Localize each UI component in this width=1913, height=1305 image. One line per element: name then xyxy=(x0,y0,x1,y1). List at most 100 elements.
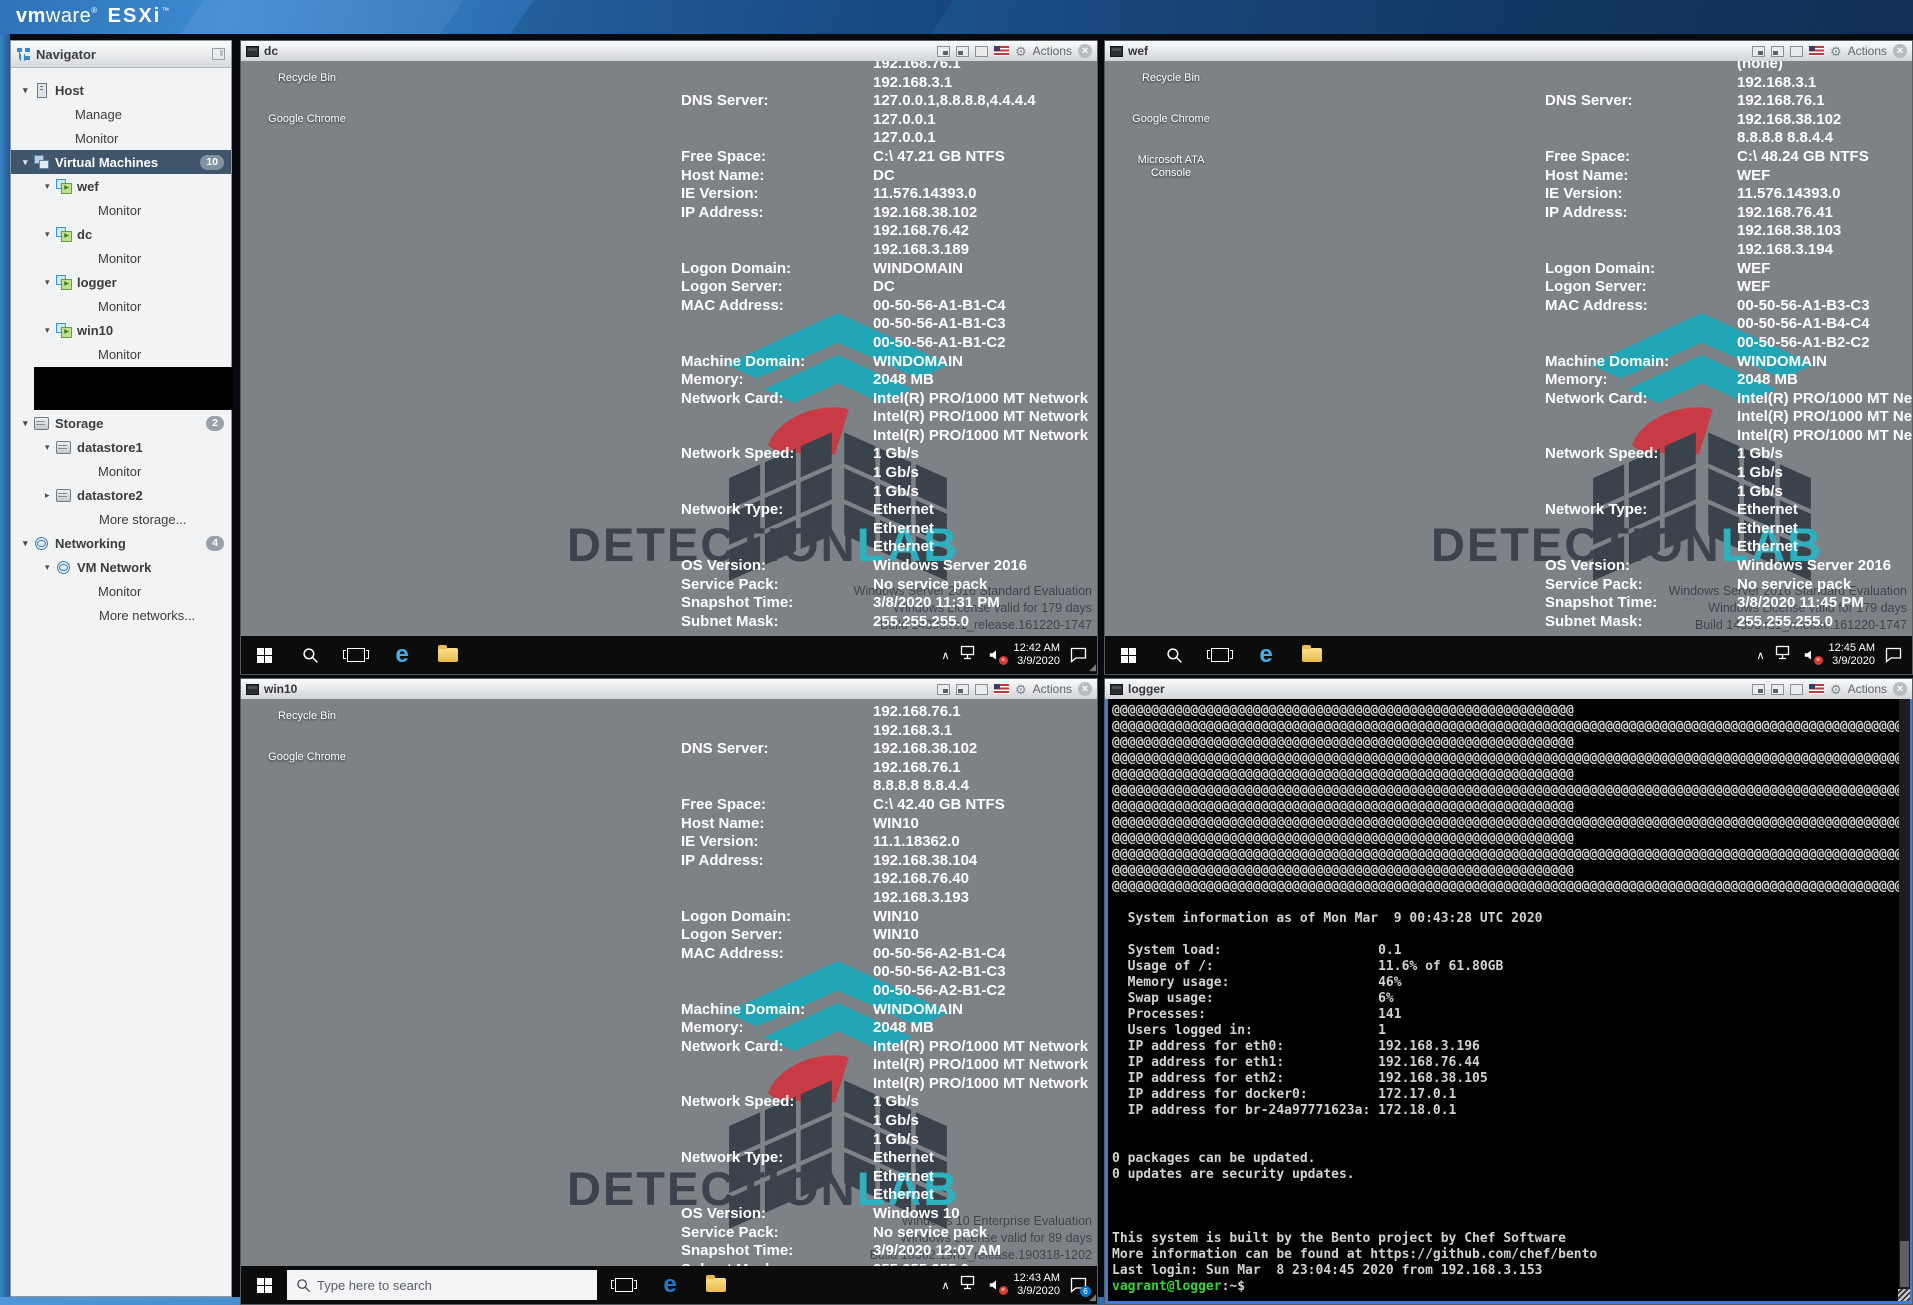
navigator-tree-item[interactable]: ▾ VM Network xyxy=(11,555,231,579)
tree-expander-arrow[interactable]: ▾ xyxy=(45,562,56,573)
tree-expander-arrow[interactable]: ▾ xyxy=(45,229,56,240)
navigator-tree-item[interactable]: Monitor xyxy=(11,342,231,366)
tree-expander-arrow[interactable]: ▾ xyxy=(45,442,56,453)
tree-expander-arrow[interactable]: ▾ xyxy=(45,181,56,192)
tree-expander-arrow[interactable]: ▾ xyxy=(45,277,56,288)
vm-window-titlebar[interactable]: wef ⚙ Actions × xyxy=(1105,41,1912,62)
file-explorer-button[interactable] xyxy=(425,636,471,674)
tree-expander-arrow[interactable]: ▾ xyxy=(23,418,34,429)
panel-pin-icon[interactable] xyxy=(212,48,225,60)
window-size-medium-icon[interactable] xyxy=(956,684,969,695)
actions-button[interactable]: Actions xyxy=(1033,44,1072,58)
keyboard-layout-flag-icon[interactable] xyxy=(994,46,1009,56)
action-center-icon[interactable] xyxy=(1885,647,1902,663)
internet-explorer-button[interactable]: e xyxy=(1243,636,1289,674)
actions-button[interactable]: Actions xyxy=(1848,44,1887,58)
vm-window-titlebar[interactable]: win10 ⚙ Actions × xyxy=(241,679,1097,700)
navigator-tree-item[interactable]: ▾ datastore1 xyxy=(11,435,231,459)
navigator-tree-item[interactable]: Monitor xyxy=(11,579,231,603)
keyboard-layout-flag-icon[interactable] xyxy=(1809,46,1824,56)
actions-button[interactable]: Actions xyxy=(1848,682,1887,696)
tray-chevron-icon[interactable]: ∧ xyxy=(941,649,949,662)
tree-expander-arrow[interactable]: ▾ xyxy=(23,538,34,549)
tree-expander-arrow[interactable]: ▾ xyxy=(23,157,34,168)
navigator-tree-item[interactable]: Monitor xyxy=(11,126,231,150)
vm-window-titlebar[interactable]: logger ⚙ Actions × xyxy=(1105,679,1912,700)
edge-button[interactable]: e xyxy=(647,1266,693,1304)
desktop-icon[interactable]: Recycle Bin xyxy=(259,710,355,723)
terminal-screen[interactable]: @@@@@@@@@@@@@@@@@@@@@@@@@@@@@@@@@@@@@@@@… xyxy=(1105,699,1912,1304)
taskbar-clock[interactable]: 12:45 AM3/9/2020 xyxy=(1829,642,1875,668)
navigator-tree-item[interactable]: Monitor xyxy=(11,198,231,222)
close-icon[interactable]: × xyxy=(1078,44,1092,58)
navigator-tree-item[interactable]: ▾ win10 xyxy=(11,318,231,342)
window-size-medium-icon[interactable] xyxy=(1771,684,1784,695)
window-size-small-icon[interactable] xyxy=(937,46,950,57)
network-icon[interactable] xyxy=(960,645,978,665)
action-center-icon[interactable]: 6 xyxy=(1070,1277,1087,1293)
vm-window-titlebar[interactable]: dc ⚙ Actions × xyxy=(241,41,1097,62)
resize-grip-icon[interactable]: ◢ xyxy=(1089,1292,1096,1303)
navigator-tree-item[interactable]: ▾ Host xyxy=(11,78,231,102)
keyboard-layout-flag-icon[interactable] xyxy=(994,684,1009,694)
volume-muted-icon[interactable]: × xyxy=(1803,648,1819,662)
start-button[interactable] xyxy=(241,636,287,674)
navigator-tree-item[interactable]: More networks... xyxy=(11,603,231,627)
taskbar-clock[interactable]: 12:42 AM3/9/2020 xyxy=(1014,642,1060,668)
file-explorer-button[interactable] xyxy=(693,1266,739,1304)
task-view-button[interactable] xyxy=(333,636,379,674)
volume-muted-icon[interactable]: × xyxy=(988,1278,1004,1292)
window-size-small-icon[interactable] xyxy=(1752,46,1765,57)
navigator-tree-item[interactable]: Monitor xyxy=(11,294,231,318)
start-button[interactable] xyxy=(1105,636,1151,674)
navigator-tree-item[interactable]: ▾ Virtual Machines 10 xyxy=(11,150,231,174)
close-icon[interactable]: × xyxy=(1893,682,1907,696)
console-settings-gear-icon[interactable]: ⚙ xyxy=(1015,45,1027,58)
navigator-tree-item[interactable]: Monitor xyxy=(11,246,231,270)
navigator-tree-item[interactable]: ▾ Networking 4 xyxy=(11,531,231,555)
close-icon[interactable]: × xyxy=(1893,44,1907,58)
tree-expander-arrow[interactable]: ▾ xyxy=(45,325,56,336)
task-view-button[interactable] xyxy=(1197,636,1243,674)
navigator-tree-item[interactable]: Manage xyxy=(11,102,231,126)
keyboard-layout-flag-icon[interactable] xyxy=(1809,684,1824,694)
window-size-large-icon[interactable] xyxy=(1790,684,1803,695)
console-settings-gear-icon[interactable]: ⚙ xyxy=(1830,683,1842,696)
navigator-tree-item[interactable]: ▾ logger xyxy=(11,270,231,294)
console-settings-gear-icon[interactable]: ⚙ xyxy=(1830,45,1842,58)
navigator-tree-item[interactable]: ▾ dc xyxy=(11,222,231,246)
navigator-tree-item[interactable]: Monitor xyxy=(11,459,231,483)
window-size-large-icon[interactable] xyxy=(975,46,988,57)
window-size-small-icon[interactable] xyxy=(1752,684,1765,695)
desktop-icon[interactable]: Google Chrome xyxy=(1123,113,1219,126)
window-size-large-icon[interactable] xyxy=(975,684,988,695)
desktop-icon[interactable]: Microsoft ATA Console xyxy=(1123,154,1219,180)
desktop-icon[interactable]: Recycle Bin xyxy=(1123,72,1219,85)
terminal-scrollbar[interactable] xyxy=(1899,699,1910,1301)
close-icon[interactable]: × xyxy=(1078,682,1092,696)
file-explorer-button[interactable] xyxy=(1289,636,1335,674)
window-size-small-icon[interactable] xyxy=(937,684,950,695)
desktop-icon[interactable]: Google Chrome xyxy=(259,113,355,126)
tree-expander-arrow[interactable]: ▾ xyxy=(23,85,34,96)
start-button[interactable] xyxy=(241,1266,287,1304)
navigator-tree-item[interactable]: ▾ Storage 2 xyxy=(11,411,231,435)
taskbar-clock[interactable]: 12:43 AM3/9/2020 xyxy=(1014,1272,1060,1298)
taskbar-search-button[interactable] xyxy=(287,636,333,674)
tray-chevron-icon[interactable]: ∧ xyxy=(941,1279,949,1292)
task-view-button[interactable] xyxy=(601,1266,647,1304)
window-size-medium-icon[interactable] xyxy=(956,46,969,57)
volume-muted-icon[interactable]: × xyxy=(988,648,1004,662)
desktop-icon[interactable]: Recycle Bin xyxy=(259,72,355,85)
taskbar-search-input[interactable]: Type here to search xyxy=(287,1270,597,1300)
network-icon[interactable] xyxy=(960,1275,978,1295)
network-icon[interactable] xyxy=(1775,645,1793,665)
navigator-tree-item[interactable]: ▾ wef xyxy=(11,174,231,198)
internet-explorer-button[interactable]: e xyxy=(379,636,425,674)
navigator-tree-item[interactable]: ▸ datastore2 xyxy=(11,483,231,507)
console-settings-gear-icon[interactable]: ⚙ xyxy=(1015,683,1027,696)
taskbar-search-button[interactable] xyxy=(1151,636,1197,674)
scrollbar-thumb[interactable] xyxy=(1900,1241,1909,1287)
resize-grip-icon[interactable]: ◢ xyxy=(1089,662,1096,673)
tree-expander-arrow[interactable]: ▸ xyxy=(45,490,56,501)
